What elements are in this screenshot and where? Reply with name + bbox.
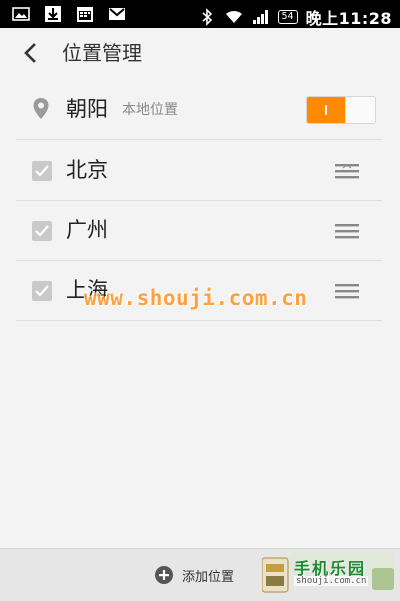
calendar-icon bbox=[77, 7, 93, 22]
drag-handle-icon[interactable] bbox=[334, 162, 360, 180]
location-pin-icon bbox=[33, 98, 49, 119]
current-location-row: 朝阳 本地位置 bbox=[16, 81, 382, 140]
city-name: 广州 bbox=[66, 218, 108, 242]
status-bar-notifications bbox=[12, 5, 126, 23]
city-checkbox[interactable] bbox=[32, 281, 52, 301]
city-checkbox[interactable] bbox=[32, 221, 52, 241]
download-icon bbox=[45, 6, 61, 22]
city-row-beijing[interactable]: 北京 bbox=[16, 142, 382, 201]
battery-indicator: 54 bbox=[277, 10, 298, 24]
drag-handle-icon[interactable] bbox=[334, 222, 360, 240]
plus-circle-icon bbox=[155, 566, 173, 584]
status-bar: 54 晚上11:28 bbox=[0, 0, 400, 28]
current-location-name: 朝阳 bbox=[66, 97, 108, 121]
corner-logo: 手机乐园 shouji.com.cn bbox=[261, 552, 396, 596]
toggle-on-track bbox=[307, 97, 345, 123]
status-bar-system: 54 晚上11:28 bbox=[198, 5, 392, 29]
drag-handle-icon[interactable] bbox=[334, 282, 360, 300]
signal-icon bbox=[252, 10, 268, 24]
header: 位置管理 bbox=[0, 28, 400, 80]
chevron-left-icon[interactable] bbox=[18, 40, 44, 66]
add-location-label: 添加位置 bbox=[182, 569, 235, 585]
add-location-button[interactable]: 添加位置 bbox=[154, 563, 234, 587]
image-icon bbox=[12, 7, 30, 21]
local-location-toggle[interactable] bbox=[306, 96, 376, 124]
mail-icon bbox=[109, 8, 125, 20]
check-icon bbox=[35, 165, 49, 177]
check-icon bbox=[35, 225, 49, 237]
city-row-guangzhou[interactable]: 广州 bbox=[16, 202, 382, 261]
wifi-icon bbox=[225, 10, 242, 23]
page-title: 位置管理 bbox=[62, 41, 142, 65]
bluetooth-icon bbox=[201, 8, 212, 26]
current-location-tag: 本地位置 bbox=[122, 102, 178, 118]
city-name: 北京 bbox=[66, 158, 108, 182]
status-time: 晚上11:28 bbox=[305, 9, 392, 28]
corner-logo-subtitle: shouji.com.cn bbox=[294, 576, 369, 586]
toggle-knob bbox=[345, 97, 375, 123]
watermark: www.shouji.com.cn bbox=[84, 286, 308, 310]
city-checkbox[interactable] bbox=[32, 161, 52, 181]
check-icon bbox=[35, 285, 49, 297]
